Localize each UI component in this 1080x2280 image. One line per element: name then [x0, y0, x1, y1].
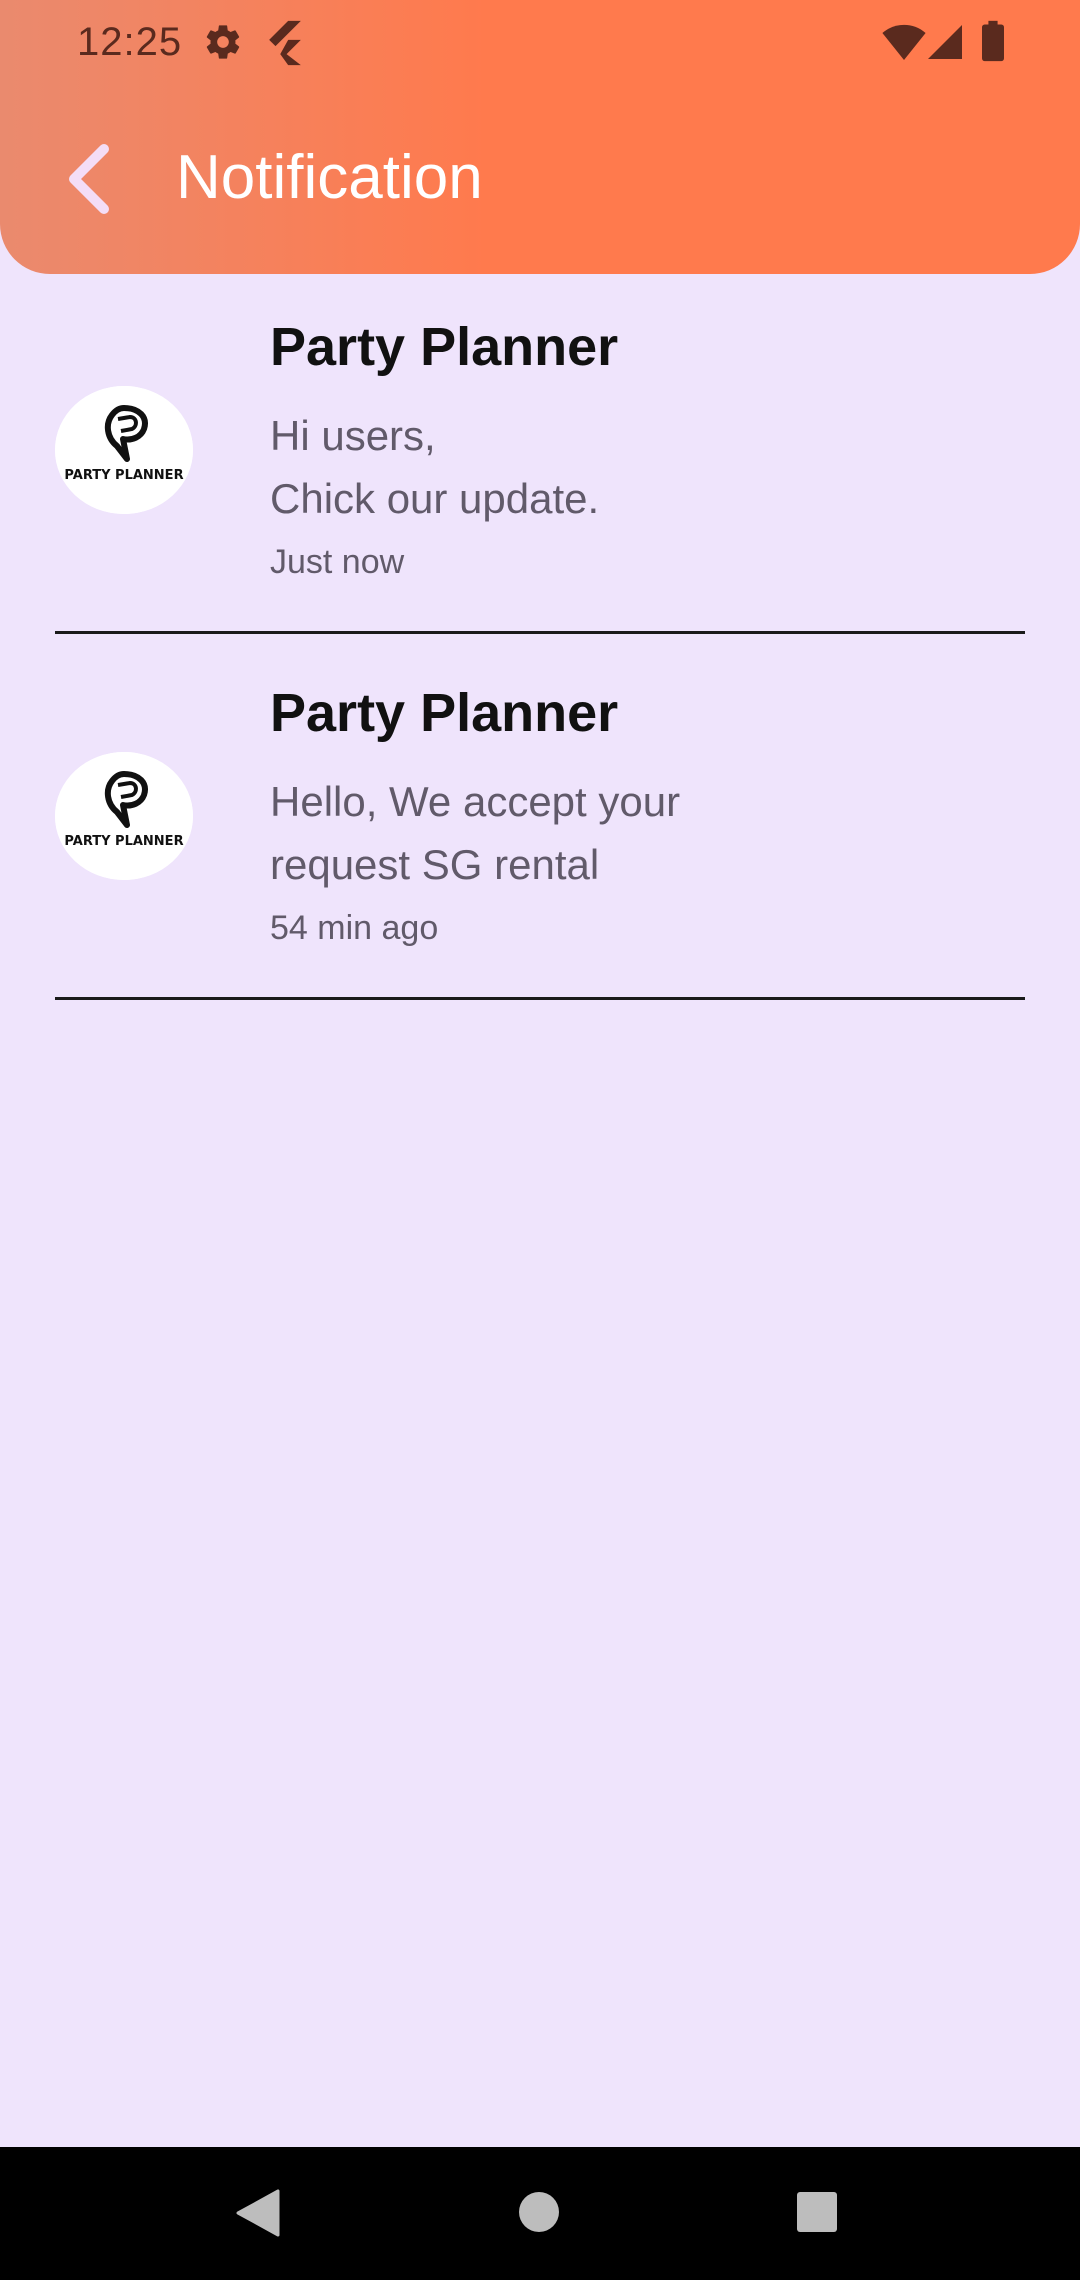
signal-icon	[928, 25, 962, 59]
notification-time: Just now	[270, 543, 405, 581]
notification-message: Hello, We accept your request SG rental	[270, 778, 681, 888]
system-nav-bar	[0, 2147, 1080, 2280]
logo-text: PARTY PLANNER	[64, 834, 183, 849]
home-circle-icon[interactable]	[518, 2191, 560, 2233]
settings-icon	[206, 25, 240, 59]
logo-text: PARTY PLANNER	[64, 468, 183, 483]
flutter-icon	[269, 20, 301, 66]
status-time: 12:25	[77, 20, 183, 64]
back-triangle-icon[interactable]	[236, 2189, 280, 2237]
notification-title: Party Planner	[270, 683, 619, 743]
party-planner-logo: PARTY PLANNER	[55, 386, 193, 514]
app-bar: 12:25 Notification	[0, 0, 1080, 274]
party-planner-logo: PARTY PLANNER	[55, 752, 193, 880]
notification-item[interactable]: PARTY PLANNER Party Planner Hello, We ac…	[0, 640, 1080, 1005]
notification-screen: 12:25 Notification PARTY PLANNER Party P…	[0, 0, 1080, 2280]
divider	[55, 997, 1025, 1000]
recents-square-icon[interactable]	[797, 2192, 837, 2232]
notification-title: Party Planner	[270, 317, 619, 377]
notification-message: Hi users, Chick our update.	[270, 412, 600, 522]
back-button[interactable]	[60, 143, 120, 215]
battery-icon	[982, 20, 1004, 62]
page-title: Notification	[176, 143, 483, 212]
wifi-icon	[882, 24, 926, 60]
notification-time: 54 min ago	[270, 909, 439, 947]
notification-item[interactable]: PARTY PLANNER Party Planner Hi users, Ch…	[0, 274, 1080, 639]
status-bar: 12:25	[0, 0, 1080, 90]
divider	[55, 631, 1025, 634]
